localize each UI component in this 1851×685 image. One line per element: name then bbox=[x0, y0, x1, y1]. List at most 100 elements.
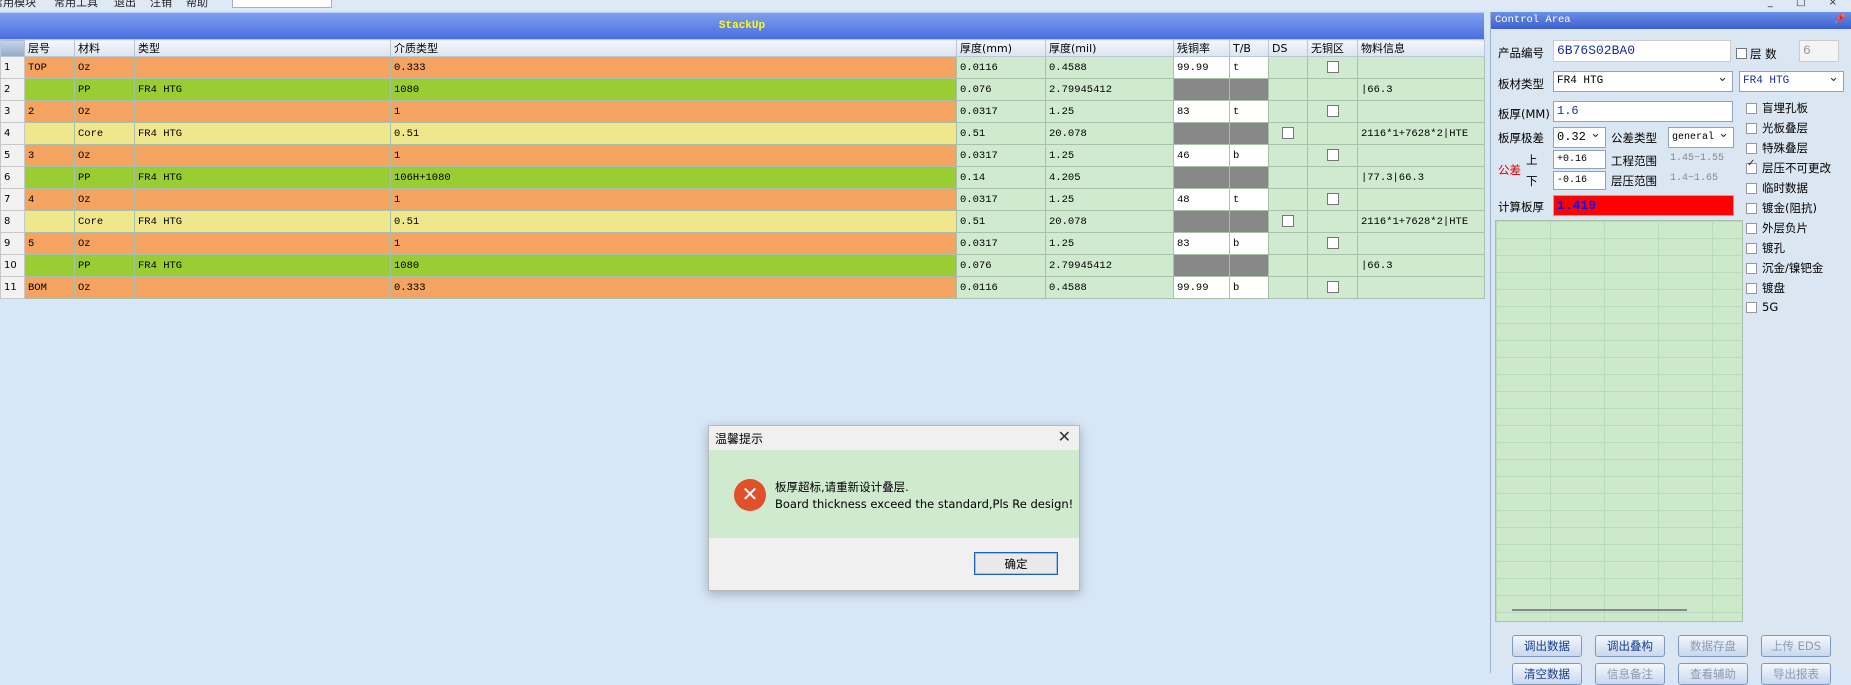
load-stackup-button[interactable]: 调出叠构 bbox=[1595, 635, 1665, 657]
material-info-cell[interactable] bbox=[1357, 232, 1485, 255]
thickness-mil-cell[interactable]: 1.25 bbox=[1045, 232, 1174, 255]
view-aux-button[interactable]: 查看辅助 bbox=[1678, 663, 1748, 685]
thickness-mm-cell[interactable]: 0.51 bbox=[956, 210, 1046, 233]
copper-rate-cell[interactable]: 83 bbox=[1173, 232, 1230, 255]
type-cell[interactable] bbox=[134, 144, 391, 167]
option-checkbox-item[interactable]: 盲埋孔板 bbox=[1746, 100, 1831, 120]
material-select[interactable]: FR4 HTG bbox=[1553, 71, 1733, 92]
option-checkbox[interactable] bbox=[1746, 163, 1757, 174]
option-checkbox-item[interactable]: 特殊叠层 bbox=[1746, 140, 1831, 160]
type-cell[interactable] bbox=[134, 56, 391, 79]
no-copper-cell[interactable] bbox=[1307, 144, 1358, 167]
layer-cell[interactable] bbox=[24, 210, 75, 233]
tb-cell[interactable]: b bbox=[1229, 276, 1269, 299]
tolerance-type-select[interactable]: general bbox=[1668, 127, 1734, 148]
ds-cell[interactable] bbox=[1268, 122, 1308, 145]
type-cell[interactable]: FR4 HTG bbox=[134, 78, 391, 101]
copper-rate-cell[interactable] bbox=[1173, 254, 1230, 277]
option-checkbox[interactable] bbox=[1746, 143, 1757, 154]
tb-cell[interactable]: t bbox=[1229, 100, 1269, 123]
layers-count-field[interactable]: 6 bbox=[1799, 40, 1839, 62]
tb-cell[interactable]: b bbox=[1229, 232, 1269, 255]
dielectric-cell[interactable]: 106H+1080 bbox=[390, 166, 957, 189]
col-header-material[interactable]: 材料 bbox=[74, 39, 135, 57]
type-cell[interactable]: FR4 HTG bbox=[134, 166, 391, 189]
no-copper-cell[interactable] bbox=[1307, 56, 1358, 79]
col-header-layer[interactable]: 层号 bbox=[24, 39, 75, 57]
material-info-cell[interactable]: 2116*1+7628*2|HTE bbox=[1357, 122, 1485, 145]
row-number-cell[interactable]: 1 bbox=[0, 56, 25, 79]
copper-rate-cell[interactable]: 99.99 bbox=[1173, 56, 1230, 79]
thickness-mil-cell[interactable]: 20.078 bbox=[1045, 122, 1174, 145]
material-info-cell[interactable]: |66.3 bbox=[1357, 78, 1485, 101]
option-checkbox-item[interactable]: 沉金/镍钯金 bbox=[1746, 260, 1831, 280]
upper-tolerance-field[interactable]: +0.16 bbox=[1553, 150, 1606, 169]
tb-cell[interactable] bbox=[1229, 122, 1269, 145]
no-copper-checkbox[interactable] bbox=[1326, 149, 1339, 162]
menu-common-modules[interactable]: 常用模块 bbox=[0, 0, 36, 10]
material-info-cell[interactable] bbox=[1357, 188, 1485, 211]
ds-cell[interactable] bbox=[1268, 56, 1308, 79]
layer-cell[interactable]: BOM bbox=[24, 276, 75, 299]
no-copper-checkbox[interactable] bbox=[1326, 105, 1339, 118]
no-copper-checkbox[interactable] bbox=[1326, 237, 1339, 250]
material-info-cell[interactable]: 2116*1+7628*2|HTE bbox=[1357, 210, 1485, 233]
dielectric-cell[interactable]: 0.51 bbox=[390, 210, 957, 233]
material-info-cell[interactable] bbox=[1357, 144, 1485, 167]
option-checkbox[interactable] bbox=[1746, 302, 1757, 313]
tb-cell[interactable]: t bbox=[1229, 188, 1269, 211]
dielectric-cell[interactable]: 1 bbox=[390, 100, 957, 123]
ok-button[interactable]: 确定 bbox=[974, 552, 1058, 575]
type-cell[interactable] bbox=[134, 100, 391, 123]
material-info-cell[interactable] bbox=[1357, 100, 1485, 123]
row-number-cell[interactable]: 8 bbox=[0, 210, 25, 233]
thickness-mm-cell[interactable]: 0.14 bbox=[956, 166, 1046, 189]
option-checkbox[interactable] bbox=[1746, 243, 1757, 254]
row-number-cell[interactable]: 10 bbox=[0, 254, 25, 277]
no-copper-checkbox[interactable] bbox=[1326, 193, 1339, 206]
layer-cell[interactable] bbox=[24, 254, 75, 277]
material-info-cell[interactable]: |66.3 bbox=[1357, 254, 1485, 277]
material-cell[interactable]: Oz bbox=[74, 100, 135, 123]
ds-checkbox[interactable] bbox=[1282, 215, 1294, 228]
thickness-mm-cell[interactable]: 0.51 bbox=[956, 122, 1046, 145]
option-checkbox-item[interactable]: 镀孔 bbox=[1746, 240, 1831, 260]
option-checkbox[interactable] bbox=[1746, 263, 1757, 274]
dielectric-cell[interactable]: 1 bbox=[390, 144, 957, 167]
horizontal-scrollbar[interactable] bbox=[1512, 609, 1687, 611]
clear-data-button[interactable]: 清空数据 bbox=[1512, 663, 1582, 685]
no-copper-checkbox[interactable] bbox=[1326, 281, 1339, 294]
material-cell[interactable]: Oz bbox=[74, 56, 135, 79]
layer-cell[interactable]: 3 bbox=[24, 144, 75, 167]
layers-checkbox[interactable] bbox=[1736, 48, 1747, 59]
thickness-mil-cell[interactable]: 2.79945412 bbox=[1045, 78, 1174, 101]
ds-cell[interactable] bbox=[1268, 232, 1308, 255]
lower-tolerance-field[interactable]: -0.16 bbox=[1553, 171, 1606, 190]
option-checkbox[interactable] bbox=[1746, 223, 1757, 234]
row-number-cell[interactable]: 2 bbox=[0, 78, 25, 101]
info-note-button[interactable]: 信息备注 bbox=[1595, 663, 1665, 685]
thickness-mil-cell[interactable]: 1.25 bbox=[1045, 100, 1174, 123]
tb-cell[interactable] bbox=[1229, 254, 1269, 277]
thickness-mm-cell[interactable]: 0.0317 bbox=[956, 232, 1046, 255]
thickness-mm-cell[interactable]: 0.0116 bbox=[956, 276, 1046, 299]
copper-rate-cell[interactable]: 83 bbox=[1173, 100, 1230, 123]
col-header-copper-rate[interactable]: 残铜率 bbox=[1173, 39, 1230, 57]
thickness-mil-cell[interactable]: 20.078 bbox=[1045, 210, 1174, 233]
col-header-no-copper[interactable]: 无铜区 bbox=[1307, 39, 1358, 57]
type-cell[interactable] bbox=[134, 276, 391, 299]
col-header-dielectric[interactable]: 介质类型 bbox=[390, 39, 957, 57]
table-row[interactable]: 8 Core FR4 HTG 0.51 0.51 20.078 2116*1+7628*2|… bbox=[0, 210, 1485, 233]
ds-cell[interactable] bbox=[1268, 254, 1308, 277]
row-number-cell[interactable]: 4 bbox=[0, 122, 25, 145]
ds-checkbox[interactable] bbox=[1282, 127, 1294, 140]
table-row[interactable]: 10 PP FR4 HTG 1080 0.076 2.79945412 |66.3 bbox=[0, 254, 1485, 277]
save-data-button[interactable]: 数据存盘 bbox=[1678, 635, 1748, 657]
layer-cell[interactable] bbox=[24, 122, 75, 145]
type-cell[interactable]: FR4 HTG bbox=[134, 254, 391, 277]
material-info-cell[interactable] bbox=[1357, 56, 1485, 79]
ds-cell[interactable] bbox=[1268, 144, 1308, 167]
type-cell[interactable] bbox=[134, 232, 391, 255]
ds-cell[interactable] bbox=[1268, 100, 1308, 123]
row-number-cell[interactable]: 7 bbox=[0, 188, 25, 211]
